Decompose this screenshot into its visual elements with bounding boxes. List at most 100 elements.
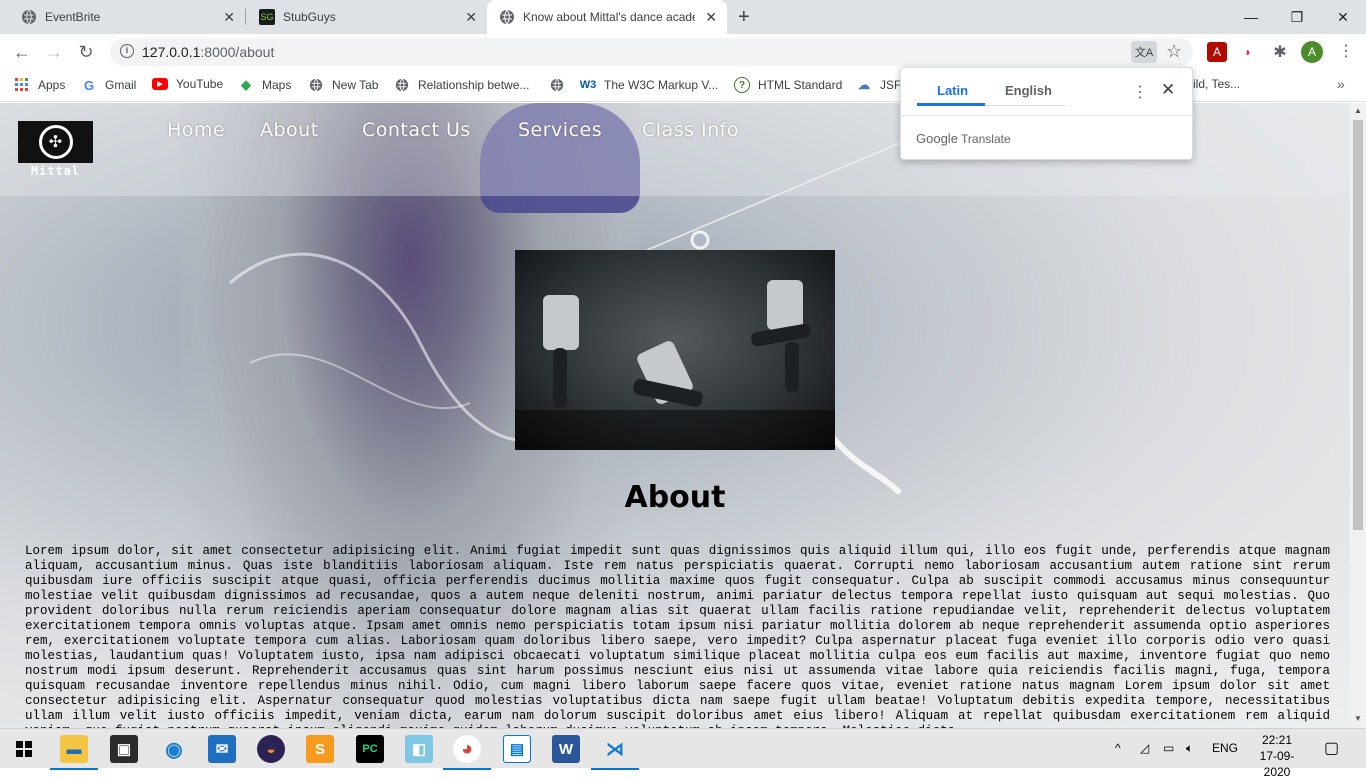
vscode-icon[interactable]: ⋊ [591,735,639,770]
url-path: :8000/about [200,44,275,60]
bookmark-html-standard[interactable]: ? HTML Standard [734,77,842,93]
maps-icon: ◆ [241,77,251,92]
translate-wordmark: Translate [961,132,1011,146]
volume-icon[interactable]: 🔈︎ [1186,741,1193,756]
system-clock[interactable]: 22:21 17-09-2020 [1252,732,1302,780]
minimize-icon[interactable]: — [1228,0,1274,34]
w3c-icon: W3 [579,79,597,91]
bookmark-label: Maps [262,78,292,92]
bookmark-relationship[interactable]: Relationship betwe... [394,77,529,93]
nav-services[interactable]: Services [518,119,602,141]
bookmark-label: YouTube [176,77,224,91]
tray-overflow-icon[interactable]: ^ [1115,741,1121,755]
translate-options-icon[interactable]: ⋮ [1132,82,1148,102]
clock-date: 17-09-2020 [1259,749,1295,779]
youtube-icon: ▶ [152,78,168,90]
translate-close-icon[interactable]: ✕ [1161,80,1175,100]
windows-taskbar: ▬ ▣ ◉ ✉ ◒ S PC ◧ ◕ ▤ W ⋊ ^ ◿ ▭ 🔈︎ ENG 22… [0,728,1366,779]
tab-close-icon[interactable]: ✕ [705,9,717,26]
address-bar[interactable]: i 127.0.0.1:8000/about [110,38,1193,66]
browser-menu-icon[interactable]: ⋮ [1338,41,1354,61]
new-tab-icon[interactable]: + [738,6,750,29]
about-body-text: Lorem ipsum dolor, sit amet consectetur … [25,544,1330,728]
nav-home[interactable]: Home [167,119,225,141]
bookmark-star-icon[interactable]: ☆ [1166,41,1182,62]
battery-icon[interactable]: ▭ [1163,741,1174,755]
tab-eventbrite[interactable]: EventBrite ✕ [0,0,245,34]
pycharm-icon[interactable]: PC [356,735,384,763]
google-translate-brand: Google Translate [916,131,1011,146]
scrollbar-thumb[interactable] [1353,120,1363,530]
back-icon[interactable]: ← [10,40,34,64]
page-scrollbar[interactable]: ▲ ▼ [1350,103,1366,728]
translate-tab-target[interactable]: English [1005,83,1052,98]
dance-group-photo [515,250,835,450]
bookmark-youtube[interactable]: ▶ YouTube [152,77,223,91]
about-heading: About [624,480,726,515]
forward-icon[interactable]: → [42,40,66,64]
bookmark-apps[interactable]: Apps [14,77,65,93]
tab-strip: EventBrite ✕ SG StubGuys ✕ Know about Mi… [0,0,1366,34]
scroll-up-icon[interactable]: ▲ [1354,106,1362,115]
bookmark-label: The W3C Markup V... [604,78,719,92]
popup-divider [901,115,1194,116]
restore-icon[interactable]: ❐ [1274,0,1320,34]
bookmark-gmail[interactable]: G Gmail [81,77,136,93]
close-window-icon[interactable]: ✕ [1320,0,1366,34]
notes-app-icon[interactable]: ◧ [405,735,433,763]
globe-icon [308,77,324,93]
url-host: 127.0.0.1 [142,44,201,60]
eclipse-icon[interactable]: ◒ [257,735,285,763]
translate-tab-source[interactable]: Latin [937,83,968,98]
word-icon[interactable]: W [552,735,580,763]
notifications-icon[interactable]: ▢ [1324,738,1339,758]
colorful-extension-icon[interactable]: ◗ [1238,42,1258,62]
desktop-window-icon[interactable]: ▤ [503,735,531,763]
active-tab-indicator [917,103,985,106]
site-info-icon[interactable]: i [120,44,134,58]
network-icon[interactable]: ◿ [1140,741,1149,755]
store-icon[interactable]: ▣ [110,735,138,763]
tab-close-icon[interactable]: ✕ [223,9,235,26]
nav-contact-us[interactable]: Contact Us [362,119,471,141]
site-logo[interactable]: ✣ [18,121,93,163]
bookmark-w3c[interactable]: W3 The W3C Markup V... [579,77,719,93]
sublime-text-icon[interactable]: S [306,735,334,763]
reload-icon[interactable]: ↻ [74,40,98,64]
bookmark-maps[interactable]: ◆ Maps [238,77,291,93]
logo-text: Mittal [30,164,81,178]
nav-about[interactable]: About [260,119,319,141]
apps-grid-icon [14,77,30,93]
chrome-icon[interactable]: ◕ [443,735,491,770]
tab-stubguys[interactable]: SG StubGuys ✕ [238,0,487,34]
globe-icon [21,9,37,25]
extensions-puzzle-icon[interactable]: ✱ [1270,42,1290,62]
google-icon: G [83,77,95,93]
tab-mittal-about[interactable]: Know about Mittal's dance academy ✕ [487,0,727,34]
mail-icon[interactable]: ✉ [208,735,236,763]
tab-title: Know about Mittal's dance academy [523,10,695,24]
globe-icon [394,77,410,93]
nav-class-info[interactable]: Class Info [642,119,739,141]
file-explorer-icon[interactable]: ▬ [50,735,98,770]
adobe-acrobat-icon[interactable]: A [1207,42,1227,62]
language-indicator[interactable]: ENG [1212,741,1238,755]
tab-close-icon[interactable]: ✕ [465,9,477,26]
edge-icon[interactable]: ◉ [160,735,188,763]
translate-icon[interactable]: 文A [1131,41,1157,63]
scroll-down-icon[interactable]: ▼ [1354,714,1362,723]
bookmark-label: ild, Tes... [1193,77,1241,91]
bookmark-partial[interactable]: ild, Tes... [1193,77,1240,91]
bookmark-jsfiddle[interactable]: ☁ JSFi [856,77,904,93]
bookmark-label: HTML Standard [758,78,843,92]
bookmark-label: Gmail [105,78,137,92]
translate-popup: Latin English ⋮ ✕ Google Translate [900,67,1194,160]
bookmarks-overflow-icon[interactable]: » [1337,76,1345,92]
windows-start-icon[interactable] [10,735,38,763]
bookmark-untitled[interactable] [549,77,573,93]
bookmark-label: Relationship betwe... [418,78,530,92]
logo-emblem-icon: ✣ [38,125,73,159]
bookmark-new-tab[interactable]: New Tab [308,77,378,93]
profile-avatar[interactable]: A [1301,41,1323,63]
bookmark-label: Apps [38,78,66,92]
